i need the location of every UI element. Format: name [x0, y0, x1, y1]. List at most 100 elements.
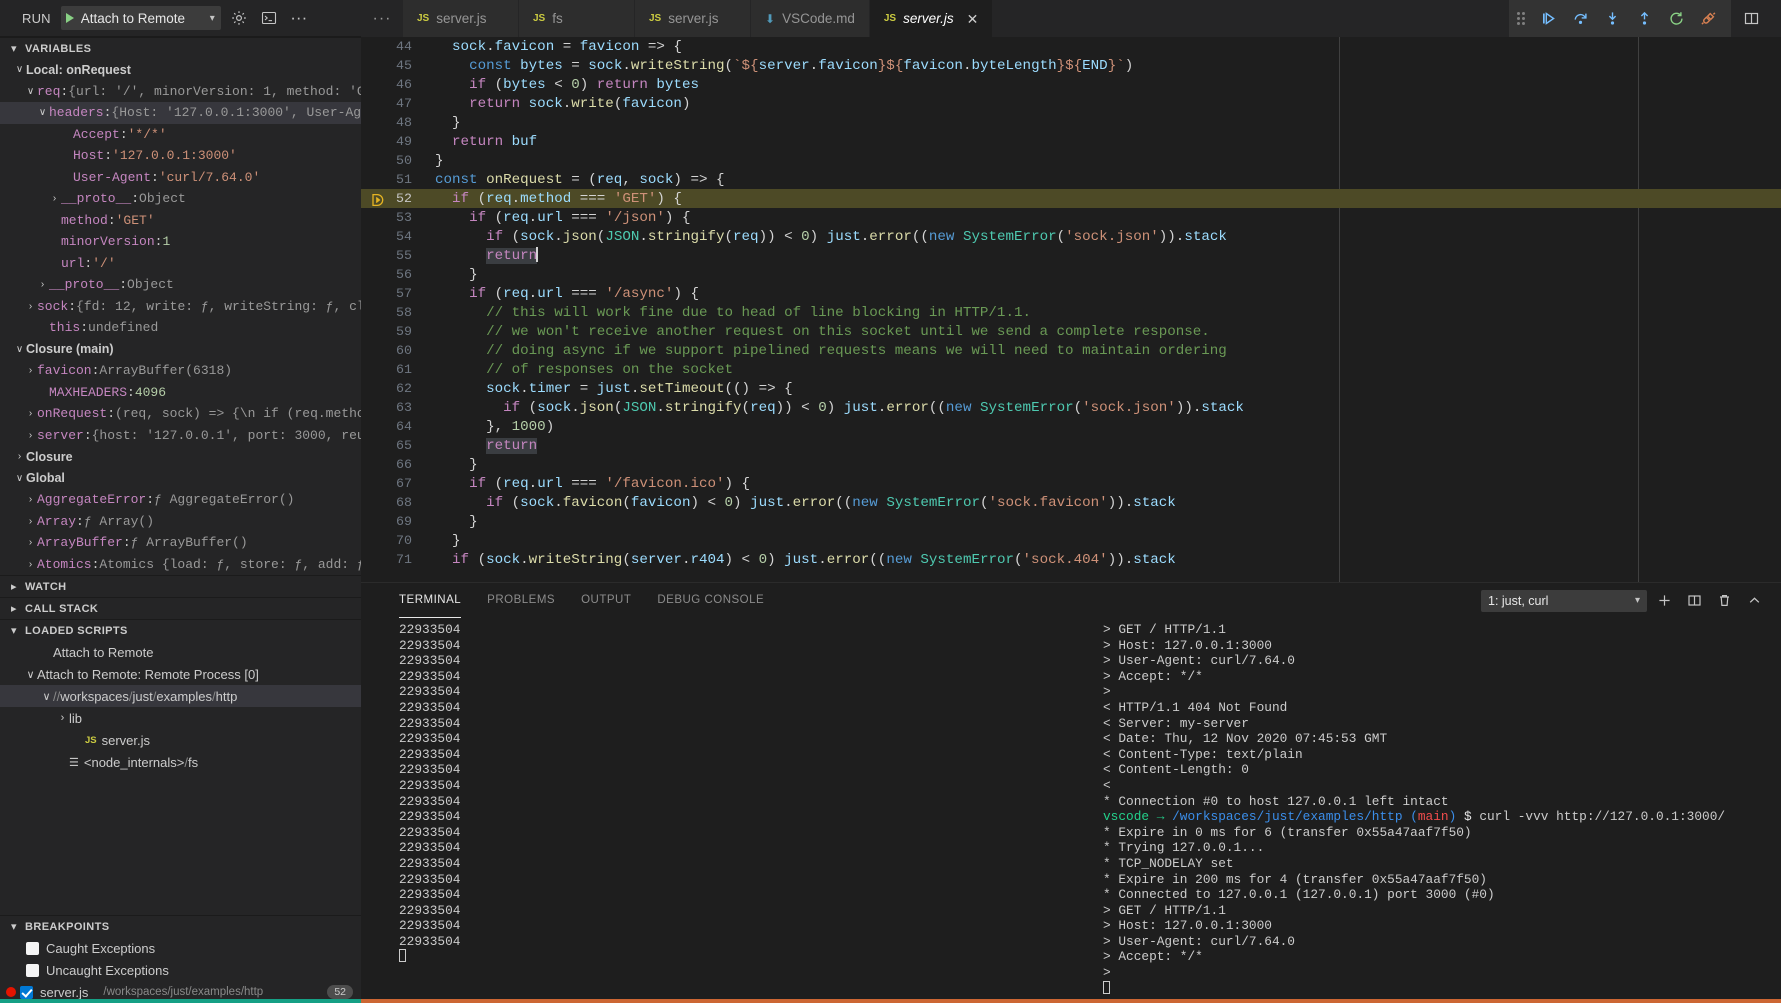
step-over-icon[interactable]	[1565, 5, 1595, 33]
chevron-right-icon[interactable]: ›	[24, 408, 37, 419]
line-number[interactable]: 71	[361, 552, 435, 567]
watch-pane-header[interactable]: ▸ WATCH	[0, 575, 361, 597]
tab-terminal[interactable]: TERMINAL	[399, 583, 462, 618]
line-number[interactable]: 68	[361, 495, 435, 510]
terminal-select[interactable]: 1: just, curl ▾	[1481, 589, 1647, 612]
code-line[interactable]: 71 if (sock.writeString(server.r404) < 0…	[361, 550, 1781, 569]
breakpoint-arrow-icon[interactable]	[371, 193, 384, 207]
code-line[interactable]: 51 const onRequest = (req, sock) => {	[361, 170, 1781, 189]
editor-tab[interactable]: JS fs	[519, 0, 635, 37]
code-line[interactable]: 47 return sock.write(favicon)	[361, 94, 1781, 113]
loaded-script-item[interactable]: ∨//workspaces/just/examples/http	[0, 685, 361, 707]
variable-row[interactable]: › server: {host: '127.0.0.1', port: 3000,…	[0, 425, 361, 447]
new-terminal-icon[interactable]	[1651, 588, 1677, 614]
variable-row[interactable]: method: 'GET'	[0, 210, 361, 232]
variable-row[interactable]: › onRequest: (req, sock) => {\n if (req.m…	[0, 403, 361, 425]
chevron-right-icon[interactable]: ›	[24, 430, 37, 441]
variable-row[interactable]: url: '/'	[0, 253, 361, 275]
code-line[interactable]: 48 }	[361, 113, 1781, 132]
chevron-right-icon[interactable]: ›	[24, 537, 37, 548]
step-out-icon[interactable]	[1629, 5, 1659, 33]
variable-row[interactable]: Accept: '*/*'	[0, 124, 361, 146]
line-number[interactable]: 65	[361, 438, 435, 453]
line-number[interactable]: 57	[361, 286, 435, 301]
chevron-right-icon[interactable]: ›	[24, 365, 37, 376]
line-number[interactable]: 61	[361, 362, 435, 377]
variable-row[interactable]: › Atomics: Atomics {load: ƒ, store: ƒ, ad…	[0, 554, 361, 576]
editor-tab[interactable]: ⬇ VSCode.md	[751, 0, 870, 37]
breakpoint-row[interactable]: Uncaught Exceptions	[0, 959, 361, 981]
editor-tab-active[interactable]: JS server.js ✕	[869, 0, 994, 37]
tab-debug-console[interactable]: DEBUG CONSOLE	[657, 583, 764, 618]
line-number[interactable]: 50	[361, 153, 435, 168]
code-line[interactable]: 44 sock.favicon = favicon => {	[361, 37, 1781, 56]
variables-pane-header[interactable]: ▾ VARIABLES	[0, 37, 361, 59]
line-number[interactable]: 66	[361, 457, 435, 472]
code-line[interactable]: 50}	[361, 151, 1781, 170]
variable-row[interactable]: › favicon: ArrayBuffer(6318)	[0, 360, 361, 382]
line-number[interactable]: 49	[361, 134, 435, 149]
chevron-down-icon[interactable]: ∨	[13, 64, 26, 75]
code-line[interactable]: 61 // of responses on the socket	[361, 360, 1781, 379]
code-line[interactable]: 67 if (req.url === '/favicon.ico') {	[361, 474, 1781, 493]
variable-row[interactable]: this: undefined	[0, 317, 361, 339]
drag-handle-icon[interactable]	[1517, 12, 1525, 25]
disconnect-icon[interactable]	[1693, 5, 1723, 33]
code-line[interactable]: 69 }	[361, 512, 1781, 531]
code-line[interactable]: 65 return	[361, 436, 1781, 455]
code-line[interactable]: 53 if (req.url === '/json') {	[361, 208, 1781, 227]
loaded-script-item[interactable]: › lib	[0, 707, 361, 729]
split-editor-icon[interactable]	[1731, 0, 1771, 37]
chevron-down-icon[interactable]: ∨	[13, 344, 26, 355]
variables-scope-row[interactable]: ∨ Local: onRequest	[0, 59, 361, 81]
chevron-down-icon[interactable]: ∨	[13, 473, 26, 484]
line-number[interactable]: 53	[361, 210, 435, 225]
code-editor[interactable]: 44 sock.favicon = favicon => {45 const b…	[361, 37, 1781, 582]
chevron-right-icon[interactable]: ›	[24, 301, 37, 312]
collapse-panel-icon[interactable]	[1741, 588, 1767, 614]
chevron-down-icon[interactable]: ∨	[24, 86, 37, 97]
line-number[interactable]: 56	[361, 267, 435, 282]
variable-row[interactable]: › ArrayBuffer: ƒ ArrayBuffer()	[0, 532, 361, 554]
breakpoint-row[interactable]: Caught Exceptions	[0, 937, 361, 959]
line-number[interactable]: 51	[361, 172, 435, 187]
code-line[interactable]: 63 if (sock.json(JSON.stringify(req)) < …	[361, 398, 1781, 417]
open-debug-console-icon[interactable]	[257, 6, 281, 30]
loaded-scripts-pane-header[interactable]: ▾ LOADED SCRIPTS	[0, 619, 361, 641]
variable-row[interactable]: ∨ headers: {Host: '127.0.0.1:3000', User-…	[0, 102, 361, 124]
variables-scope-row[interactable]: ∨ Global	[0, 468, 361, 490]
variable-row[interactable]: MAXHEADERS: 4096	[0, 382, 361, 404]
code-line[interactable]: 70 }	[361, 531, 1781, 550]
start-debugging-icon[interactable]	[65, 13, 74, 23]
chevron-right-icon[interactable]: ›	[56, 712, 69, 724]
breakpoint-dot-icon[interactable]	[6, 987, 16, 997]
line-number[interactable]: 69	[361, 514, 435, 529]
split-terminal-icon[interactable]	[1681, 588, 1707, 614]
restart-icon[interactable]	[1661, 5, 1691, 33]
line-number[interactable]: 47	[361, 96, 435, 111]
continue-icon[interactable]	[1533, 5, 1563, 33]
code-line[interactable]: 57 if (req.url === '/async') {	[361, 284, 1781, 303]
code-line[interactable]: 46 if (bytes < 0) return bytes	[361, 75, 1781, 94]
chevron-right-icon[interactable]: ›	[24, 559, 37, 570]
variable-row[interactable]: User-Agent: 'curl/7.64.0'	[0, 167, 361, 189]
line-number[interactable]: 45	[361, 58, 435, 73]
variable-row[interactable]: › sock: {fd: 12, write: ƒ, writeString: ƒ…	[0, 296, 361, 318]
line-number[interactable]: 44	[361, 39, 435, 54]
breakpoints-pane-header[interactable]: ▾ BREAKPOINTS	[0, 915, 361, 937]
breakpoint-checkbox[interactable]	[26, 963, 39, 977]
editor-tab[interactable]: JS server.js	[403, 0, 519, 37]
chevron-down-icon[interactable]: ∨	[24, 668, 37, 681]
code-line[interactable]: 62 sock.timer = just.setTimeout(() => {	[361, 379, 1781, 398]
tabs-overflow-icon[interactable]: ···	[361, 0, 403, 37]
line-number[interactable]: 55	[361, 248, 435, 263]
line-number[interactable]: 54	[361, 229, 435, 244]
kill-terminal-icon[interactable]	[1711, 588, 1737, 614]
chevron-right-icon[interactable]: ›	[24, 516, 37, 527]
chevron-right-icon[interactable]: ›	[48, 193, 61, 204]
code-line[interactable]: 59 // we won't receive another request o…	[361, 322, 1781, 341]
chevron-right-icon[interactable]: ›	[36, 279, 49, 290]
line-number[interactable]: 67	[361, 476, 435, 491]
line-number[interactable]: 70	[361, 533, 435, 548]
line-number[interactable]: 48	[361, 115, 435, 130]
